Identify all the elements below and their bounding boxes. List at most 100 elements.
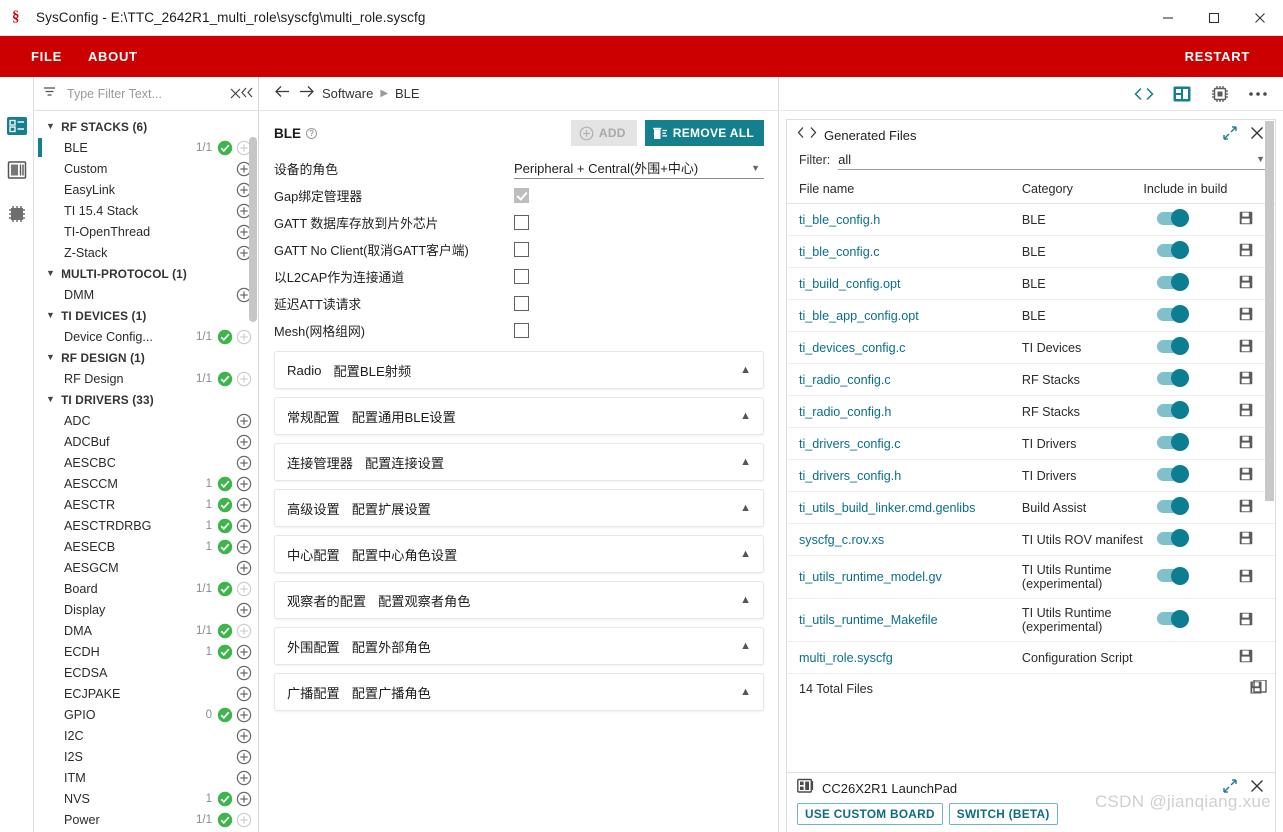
- add-module-icon[interactable]: [236, 812, 252, 828]
- include-in-build-toggle[interactable]: [1157, 465, 1190, 483]
- checkbox[interactable]: [514, 268, 529, 284]
- add-module-icon[interactable]: [236, 560, 252, 576]
- section-header[interactable]: 外围配置 配置外部角色 ▲: [274, 627, 764, 665]
- file-link[interactable]: ti_build_config.opt: [799, 277, 901, 291]
- checkbox[interactable]: [514, 322, 529, 338]
- file-link[interactable]: multi_role.syscfg: [799, 651, 893, 665]
- add-module-icon[interactable]: [236, 602, 252, 618]
- add-module-icon[interactable]: [236, 434, 252, 450]
- save-icon[interactable]: [1239, 499, 1253, 516]
- save-icon[interactable]: [1239, 307, 1253, 324]
- section-header[interactable]: 广播配置 配置广播角色 ▲: [274, 673, 764, 711]
- add-module-icon[interactable]: [236, 476, 252, 492]
- use-custom-board-button[interactable]: USE CUSTOM BOARD: [797, 803, 943, 825]
- more-options-icon[interactable]: [1247, 83, 1269, 105]
- chip-view-icon[interactable]: [4, 201, 30, 227]
- filter-select[interactable]: all ▼: [838, 150, 1265, 170]
- sidebar-item-gpio[interactable]: GPIO 0: [34, 704, 258, 725]
- sidebar-item-easylink[interactable]: EasyLink: [34, 179, 258, 200]
- tree-group-header[interactable]: ▼ TI DEVICES (1): [34, 305, 258, 326]
- checkbox[interactable]: [514, 187, 529, 203]
- sidebar-item-ti-openthread[interactable]: TI-OpenThread: [34, 221, 258, 242]
- sidebar-item-power[interactable]: Power 1/1: [34, 809, 258, 830]
- add-module-icon[interactable]: [236, 644, 252, 660]
- sidebar-item-ble[interactable]: BLE 1/1: [34, 137, 258, 158]
- sidebar-item-ecjpake[interactable]: ECJPAKE: [34, 683, 258, 704]
- checkbox[interactable]: [514, 214, 529, 230]
- save-icon[interactable]: [1239, 649, 1253, 666]
- search-input[interactable]: [65, 85, 230, 102]
- breadcrumb-leaf[interactable]: BLE: [395, 86, 420, 101]
- module-tree[interactable]: ▼ RF STACKS (6) BLE 1/1 Custom EasyLink TI 15.…: [34, 112, 258, 832]
- add-module-icon[interactable]: [236, 413, 252, 429]
- sidebar-item-dmm[interactable]: DMM: [34, 284, 258, 305]
- sidebar-item-rf-design[interactable]: RF Design 1/1: [34, 368, 258, 389]
- add-module-icon[interactable]: [236, 581, 252, 597]
- save-icon[interactable]: [1239, 275, 1253, 292]
- sidebar-item-aesgcm[interactable]: AESGCM: [34, 557, 258, 578]
- tree-group-header[interactable]: ▼ TI DRIVERS (33): [34, 389, 258, 410]
- sidebar-item-z-stack[interactable]: Z-Stack: [34, 242, 258, 263]
- add-module-icon[interactable]: [236, 749, 252, 765]
- file-link[interactable]: ti_utils_build_linker.cmd.genlibs: [799, 501, 975, 515]
- file-link[interactable]: ti_radio_config.c: [799, 373, 891, 387]
- sidebar-item-device-config[interactable]: Device Config... 1/1: [34, 326, 258, 347]
- add-module-icon[interactable]: [236, 329, 252, 345]
- section-header[interactable]: 常规配置 配置通用BLE设置 ▲: [274, 397, 764, 435]
- nav-forward-icon[interactable]: [298, 85, 322, 102]
- file-link[interactable]: ti_drivers_config.c: [799, 437, 901, 451]
- sidebar-item-dma[interactable]: DMA 1/1: [34, 620, 258, 641]
- save-icon[interactable]: [1239, 339, 1253, 356]
- sidebar-item-adcbuf[interactable]: ADCBuf: [34, 431, 258, 452]
- sidebar-item-aesctrdrbg[interactable]: AESCTRDRBG 1: [34, 515, 258, 536]
- section-header[interactable]: 高级设置 配置扩展设置 ▲: [274, 489, 764, 527]
- sidebar-scrollbar[interactable]: [249, 137, 257, 322]
- file-link[interactable]: ti_utils_runtime_model.gv: [799, 570, 942, 584]
- file-link[interactable]: ti_ble_app_config.opt: [799, 309, 919, 323]
- close-icon[interactable]: [1237, 0, 1283, 36]
- file-link[interactable]: ti_utils_runtime_Makefile: [799, 613, 938, 627]
- add-module-icon[interactable]: [236, 770, 252, 786]
- sidebar-item-custom[interactable]: Custom: [34, 158, 258, 179]
- save-icon[interactable]: [1239, 243, 1253, 260]
- include-in-build-toggle[interactable]: [1157, 273, 1190, 291]
- remove-all-button[interactable]: REMOVE ALL: [644, 120, 764, 146]
- file-link[interactable]: ti_devices_config.c: [799, 341, 905, 355]
- add-module-icon[interactable]: [236, 707, 252, 723]
- sidebar-item-ecdh[interactable]: ECDH 1: [34, 641, 258, 662]
- section-header[interactable]: 观察者的配置 配置观察者角色 ▲: [274, 581, 764, 619]
- add-module-icon[interactable]: [236, 518, 252, 534]
- save-icon[interactable]: [1239, 569, 1253, 586]
- sidebar-item-aesecb[interactable]: AESECB 1: [34, 536, 258, 557]
- save-icon[interactable]: [1239, 467, 1253, 484]
- file-link[interactable]: ti_ble_config.c: [799, 245, 880, 259]
- sidebar-item-ti-15-4-stack[interactable]: TI 15.4 Stack: [34, 200, 258, 221]
- include-in-build-toggle[interactable]: [1157, 305, 1190, 323]
- tree-group-header[interactable]: ▼ MULTI-PROTOCOL (1): [34, 263, 258, 284]
- save-all-icon[interactable]: [1250, 679, 1267, 698]
- maximize-icon[interactable]: [1191, 0, 1237, 36]
- file-link[interactable]: ti_radio_config.h: [799, 405, 891, 419]
- tree-group-header[interactable]: ▼ RF DESIGN (1): [34, 347, 258, 368]
- save-icon[interactable]: [1239, 371, 1253, 388]
- board-icon[interactable]: [1171, 83, 1193, 105]
- files-scrollbar[interactable]: [1265, 121, 1274, 501]
- save-icon[interactable]: [1239, 531, 1253, 548]
- add-module-icon[interactable]: [236, 455, 252, 471]
- close-icon[interactable]: [1250, 126, 1264, 145]
- include-in-build-toggle[interactable]: [1157, 529, 1190, 547]
- sidebar-item-i2s[interactable]: I2S: [34, 746, 258, 767]
- add-module-icon[interactable]: [236, 686, 252, 702]
- include-in-build-toggle[interactable]: [1157, 566, 1190, 585]
- include-in-build-toggle[interactable]: [1157, 209, 1190, 227]
- add-button[interactable]: ADD: [570, 120, 637, 146]
- file-link[interactable]: ti_drivers_config.h: [799, 469, 901, 483]
- sidebar-item-itm[interactable]: ITM: [34, 767, 258, 788]
- restart-button[interactable]: RESTART: [1172, 36, 1263, 77]
- add-module-icon[interactable]: [236, 497, 252, 513]
- software-view-icon[interactable]: [4, 113, 30, 139]
- breadcrumb-root[interactable]: Software: [322, 86, 373, 101]
- sidebar-item-aescbc[interactable]: AESCBC: [34, 452, 258, 473]
- menu-file[interactable]: FILE: [18, 36, 75, 77]
- include-in-build-toggle[interactable]: [1157, 241, 1190, 259]
